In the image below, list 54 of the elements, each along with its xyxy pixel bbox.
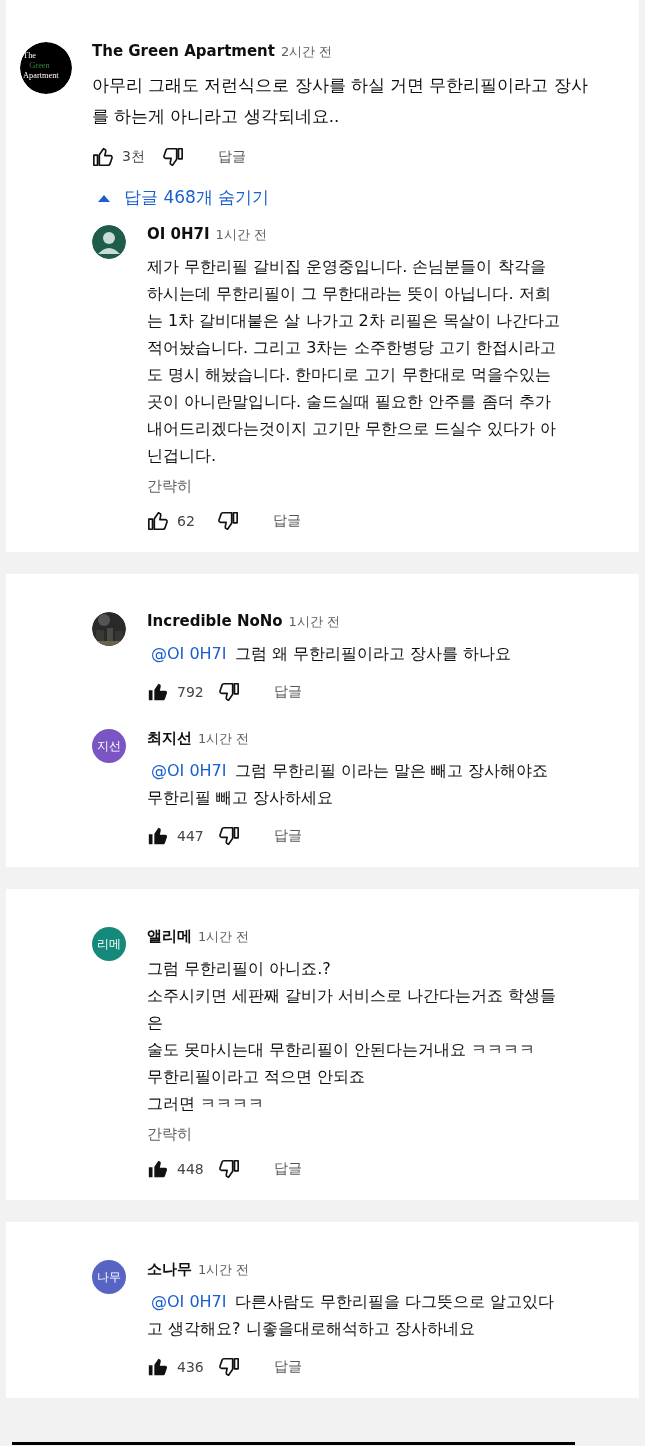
comment-time: 1시간 전	[198, 730, 250, 748]
like-count: 62	[177, 513, 196, 529]
filled-like-icon[interactable]	[147, 1356, 169, 1378]
reply-button[interactable]: 답글	[273, 683, 302, 701]
dislike-icon[interactable]	[217, 681, 240, 703]
like-count: 447	[177, 828, 204, 844]
mention-link[interactable]: @OI 0H7I	[147, 761, 227, 780]
hide-replies-button[interactable]: 답글 468개 숨기기	[98, 182, 270, 213]
dislike-icon[interactable]	[217, 510, 239, 532]
author-name[interactable]: The Green Apartment	[92, 42, 275, 60]
like-icon[interactable]	[147, 510, 169, 532]
author-name[interactable]: 소나무	[147, 1260, 192, 1279]
like-icon[interactable]	[92, 146, 114, 168]
author-name[interactable]: 앨리메	[147, 927, 192, 946]
like-count: 3천	[122, 148, 146, 166]
reply-button[interactable]: 답글	[273, 827, 302, 845]
reply-button[interactable]: 답글	[273, 1160, 302, 1178]
comment-time: 2시간 전	[280, 43, 333, 61]
author-name[interactable]: Incredible NoNo	[147, 612, 283, 630]
avatar-initials[interactable]: 지선	[92, 729, 126, 763]
comment-time: 1시간 전	[198, 928, 250, 946]
like-count: 448	[177, 1161, 204, 1177]
channel-logo-avatar[interactable]: The Green Apartment	[20, 42, 72, 94]
comment-text: @OI 0H7I 그럼 무한리필 이라는 말은 빼고 장사해야죠 무한리필 빼고 장사하세요	[147, 760, 549, 809]
avatar-initials[interactable]: 나무	[92, 1260, 126, 1294]
comment-text: @OI 0H7I 다른사람도 무한리필을 다그뜻으로 알고있다 고 생각해요? 니좋을대로해석하고 장사하네요	[147, 1291, 555, 1340]
comment-text: 제가 무한리필 갈비집 운영중입니다. 손님분들이 착각을 하시는데 무한리필이 그 무한대라는 뜻이 아닙니다. 저희 는 1차 갈비대붙은 살 나가고 2차 리필은 목살이 나간다고 적어놨습니다. 그리고 3차는 소주한병당 고기 한접시라고 도 명시 해놨습니다. 한마디로 고기 무한대로 먹을수있는 곳이 아니란말입니다. 술드실때 필요한 안주를 좀더 추가 내어드리겠다는것이지 고기만 무한으로 드실수 있다가 아 닌겁니다.	[147, 256, 562, 467]
author-name[interactable]: 최지선	[147, 729, 192, 748]
show-less-link[interactable]: 간략히	[147, 477, 192, 496]
comment-text: 그럼 무한리필이 아니죠.? 소주시키면 세판째 갈비가 서비스로 나간다는거죠 학생들 은 술도 못마시는대 무한리필이 안된다는거내요 ㅋㅋㅋㅋ 무한리필이라고 적으면 안되죠 그러면 ㅋㅋㅋㅋ	[147, 958, 558, 1115]
dislike-icon[interactable]	[217, 1158, 240, 1180]
comment-time: 1시간 전	[215, 226, 267, 244]
show-less-link[interactable]: 간략히	[147, 1125, 192, 1144]
reply-button[interactable]: 답글	[273, 512, 301, 530]
reply-button[interactable]: 답글	[273, 1358, 302, 1376]
like-count: 792	[177, 684, 204, 700]
dislike-icon[interactable]	[217, 1356, 240, 1378]
comment-text: 아무리 그래도 저런식으로 장사를 하실 거면 무한리필이라고 장사 를 하는게 아니라고 생각되네요..	[92, 75, 589, 128]
filled-like-icon[interactable]	[147, 681, 169, 703]
comment-text: @OI 0H7I 그럼 왜 무한리필이라고 장사를 하나요	[147, 640, 639, 667]
filled-like-icon[interactable]	[147, 825, 169, 847]
avatar-initials[interactable]: 리메	[92, 927, 126, 961]
dislike-icon[interactable]	[162, 146, 184, 168]
mention-link[interactable]: @OI 0H7I	[147, 1292, 227, 1311]
comment-time: 1시간 전	[198, 1261, 250, 1279]
filled-like-icon[interactable]	[147, 1158, 169, 1180]
avatar-icon[interactable]	[92, 225, 126, 259]
like-count: 436	[177, 1359, 204, 1375]
comment-time: 1시간 전	[288, 613, 340, 631]
reply-button[interactable]: 답글	[218, 148, 246, 166]
mention-link[interactable]: @OI 0H7I	[147, 644, 227, 663]
caret-icon	[98, 193, 110, 202]
author-name[interactable]: OI 0H7I	[147, 225, 210, 243]
dislike-icon[interactable]	[217, 825, 240, 847]
